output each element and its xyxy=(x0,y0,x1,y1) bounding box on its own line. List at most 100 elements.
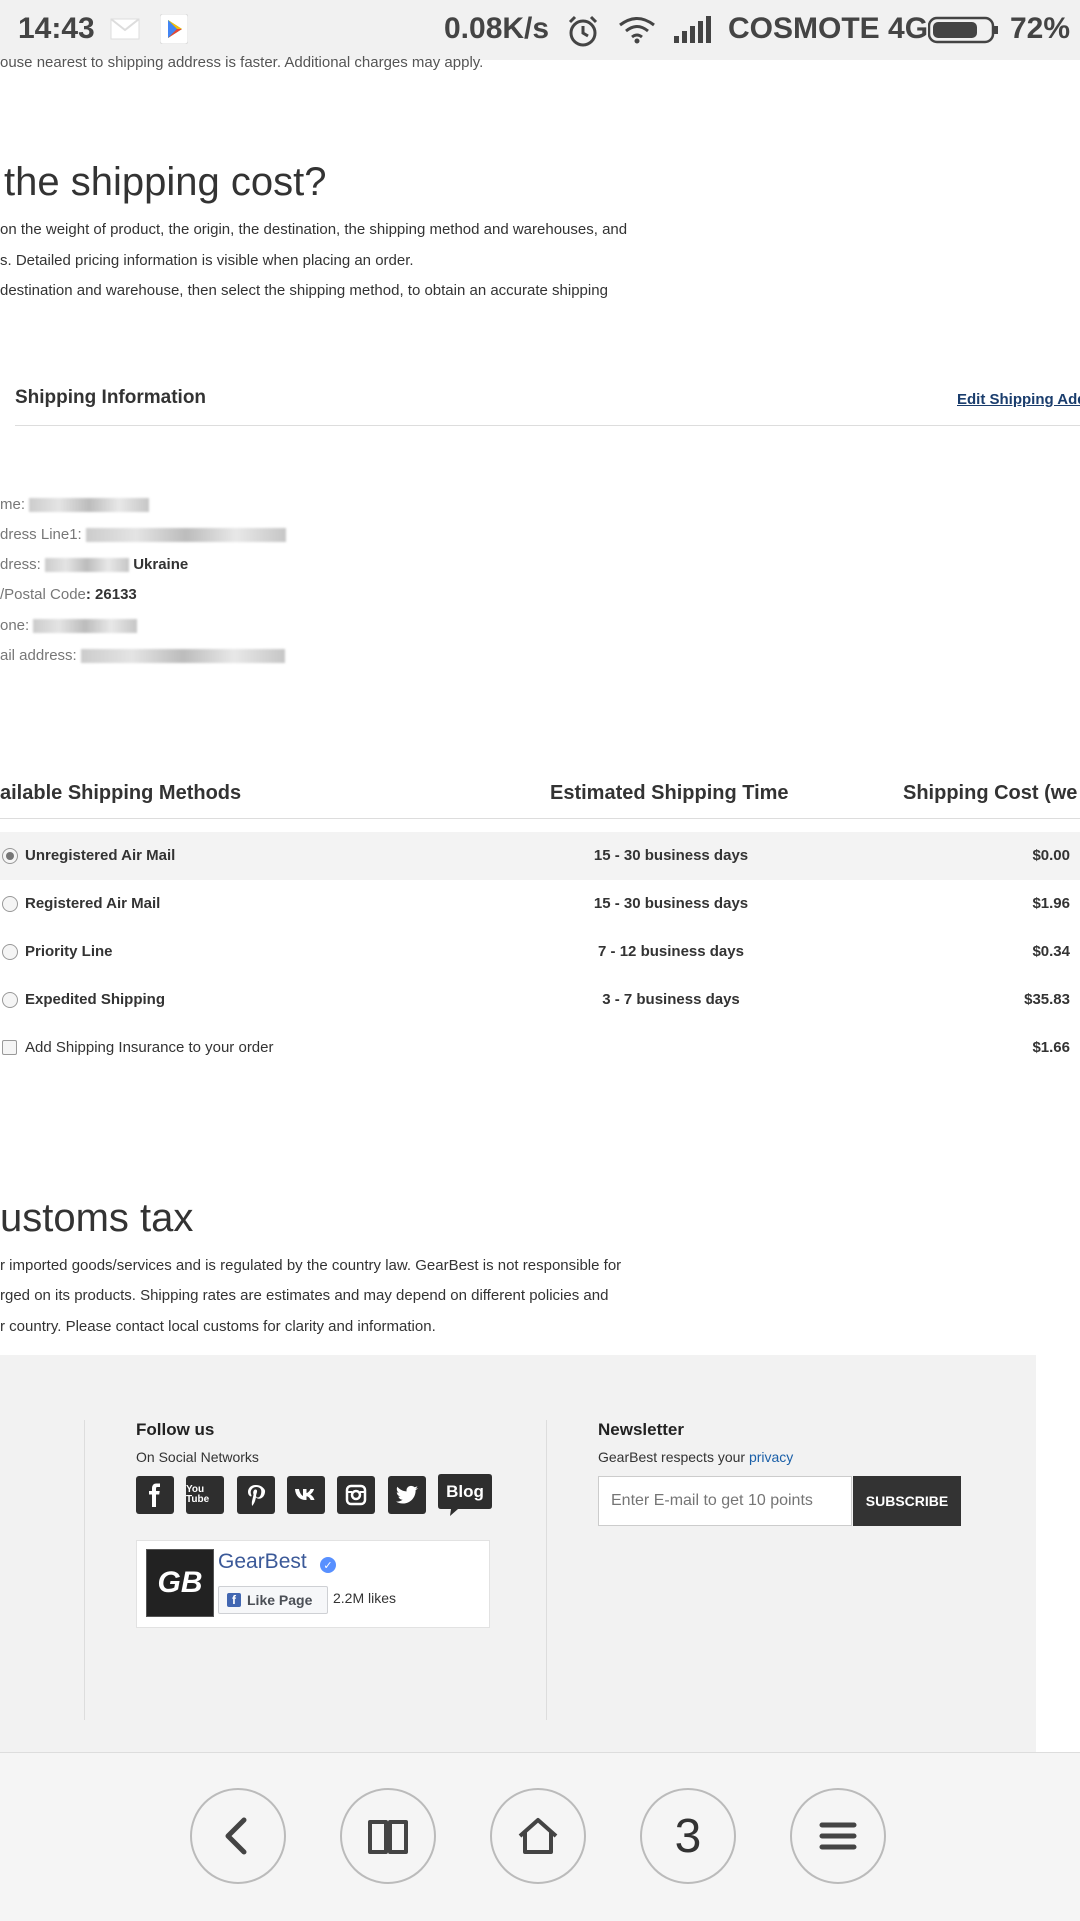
redacted-value xyxy=(33,619,138,634)
back-arrow-icon xyxy=(225,1817,247,1855)
pinterest-icon[interactable] xyxy=(237,1476,275,1514)
redacted-value xyxy=(45,558,130,573)
newsletter-subtitle: GearBest respects your privacy xyxy=(598,1449,793,1465)
instagram-icon[interactable] xyxy=(337,1476,375,1514)
tabs-button[interactable]: 3 xyxy=(640,1788,736,1884)
youtube-label: You Tube xyxy=(186,1484,210,1505)
paragraph-line: on the weight of product, the origin, th… xyxy=(0,221,628,238)
radio-expedited-shipping[interactable] xyxy=(2,992,18,1008)
facebook-small-icon: f xyxy=(227,1593,241,1607)
gearbest-logo[interactable]: GB xyxy=(146,1549,214,1617)
newsletter-email-input[interactable] xyxy=(598,1476,852,1526)
method-time: 7 - 12 business days xyxy=(598,943,744,960)
vk-icon[interactable] xyxy=(287,1476,325,1514)
book-icon xyxy=(368,1820,408,1854)
clock: 14:43 xyxy=(18,12,95,45)
divider xyxy=(0,818,1080,819)
address-row-postal: /Postal Code: 26133 xyxy=(0,586,137,603)
paragraph-line: destination and warehouse, then select t… xyxy=(0,282,608,299)
divider xyxy=(546,1420,547,1720)
address-row-phone: one: xyxy=(0,617,138,634)
method-cost: $0.00 xyxy=(1032,847,1070,864)
radio-unregistered-air-mail[interactable] xyxy=(2,848,18,864)
shipping-information-title: Shipping Information xyxy=(15,387,207,408)
alarm-icon xyxy=(568,15,598,47)
paragraph-line: rged on its products. Shipping rates are… xyxy=(0,1287,609,1304)
address-row-address: dress: Ukraine xyxy=(0,556,188,573)
method-time: 15 - 30 business days xyxy=(593,895,749,912)
address-label: dress: xyxy=(0,556,41,573)
method-name[interactable]: Registered Air Mail xyxy=(25,895,160,912)
paragraph-line: r country. Please contact local customs … xyxy=(0,1318,436,1335)
blog-icon[interactable]: Blog xyxy=(438,1474,492,1516)
method-cost: $35.83 xyxy=(1024,991,1070,1008)
address-label: /Postal Code xyxy=(0,586,86,603)
radio-priority-line[interactable] xyxy=(2,944,18,960)
method-name[interactable]: Unregistered Air Mail xyxy=(25,847,175,864)
method-cost: $0.34 xyxy=(1032,943,1070,960)
column-header-time: Estimated Shipping Time xyxy=(550,782,789,804)
subscribe-button[interactable]: SUBSCRIBE xyxy=(853,1476,961,1526)
youtube-icon[interactable]: You Tube xyxy=(186,1476,224,1514)
back-button[interactable] xyxy=(190,1788,286,1884)
battery-percent: 72% xyxy=(1010,12,1071,45)
method-cost: $1.96 xyxy=(1032,895,1070,912)
wifi-icon xyxy=(619,17,655,44)
twitter-icon[interactable] xyxy=(388,1476,426,1514)
carrier-label: COSMOTE 4G xyxy=(728,12,929,45)
method-name[interactable]: Expedited Shipping xyxy=(25,991,165,1008)
follow-us-title: Follow us xyxy=(136,1420,215,1439)
address-row-line1: dress Line1: xyxy=(0,526,286,543)
method-time: 3 - 7 business days xyxy=(602,991,740,1008)
facebook-page-name[interactable]: GearBest xyxy=(218,1550,307,1574)
section-heading-customs: ustoms tax xyxy=(0,1196,194,1240)
column-header-method: ailable Shipping Methods xyxy=(0,782,242,804)
divider xyxy=(84,1420,85,1720)
method-time: 15 - 30 business days xyxy=(593,847,749,864)
home-icon xyxy=(518,1818,558,1854)
insurance-checkbox[interactable] xyxy=(2,1040,17,1055)
edit-shipping-address-link[interactable]: Edit Shipping Add xyxy=(957,391,1080,408)
bookmarks-button[interactable] xyxy=(340,1788,436,1884)
address-row-name: me: xyxy=(0,496,150,513)
paragraph-line: s. Detailed pricing information is visib… xyxy=(0,252,414,269)
newsletter-title: Newsletter xyxy=(598,1420,684,1439)
redacted-value xyxy=(29,498,150,513)
facebook-icon[interactable] xyxy=(136,1476,174,1514)
privacy-link[interactable]: privacy xyxy=(749,1449,793,1465)
follow-us-subtitle: On Social Networks xyxy=(136,1449,259,1465)
insurance-cost: $1.66 xyxy=(1032,1039,1070,1056)
address-label: ail address: xyxy=(0,647,77,664)
home-button[interactable] xyxy=(490,1788,586,1884)
battery-icon xyxy=(928,16,998,44)
postal-code-value: : 26133 xyxy=(85,586,137,603)
verified-badge-icon: ✓ xyxy=(320,1557,336,1573)
redacted-value xyxy=(80,649,285,664)
insurance-label[interactable]: Add Shipping Insurance to your order xyxy=(25,1039,274,1056)
network-speed: 0.08K/s xyxy=(444,12,550,45)
status-bar: 14:43 0.08K/s COSMOTE 4G 72% xyxy=(0,0,1080,60)
mail-notification-icon xyxy=(110,18,140,40)
address-label: dress Line1: xyxy=(0,526,82,543)
blog-label: Blog xyxy=(446,1482,484,1501)
address-row-email: ail address: xyxy=(0,647,285,664)
paragraph-line: r imported goods/services and is regulat… xyxy=(0,1257,622,1274)
radio-registered-air-mail[interactable] xyxy=(2,896,18,912)
menu-button[interactable] xyxy=(790,1788,886,1884)
address-label: one: xyxy=(0,617,30,634)
play-store-notification-icon xyxy=(160,14,188,44)
divider xyxy=(15,425,1080,426)
method-name[interactable]: Priority Line xyxy=(25,943,113,960)
section-heading-shipping-cost: the shipping cost? xyxy=(4,160,327,204)
signal-icon xyxy=(674,16,711,43)
tab-count: 3 xyxy=(674,1809,702,1863)
newsletter-subtitle-text: GearBest respects your xyxy=(598,1449,746,1465)
hamburger-menu-icon xyxy=(819,1822,857,1850)
likes-count: 2.2M likes xyxy=(333,1590,397,1606)
redacted-value xyxy=(85,528,286,543)
like-page-button[interactable]: f Like Page xyxy=(218,1586,328,1614)
address-country: Ukraine xyxy=(133,556,189,573)
like-page-label: Like Page xyxy=(247,1592,313,1608)
column-header-cost: Shipping Cost (we xyxy=(903,782,1078,804)
cut-off-text: ouse nearest to shipping address is fast… xyxy=(0,54,484,71)
